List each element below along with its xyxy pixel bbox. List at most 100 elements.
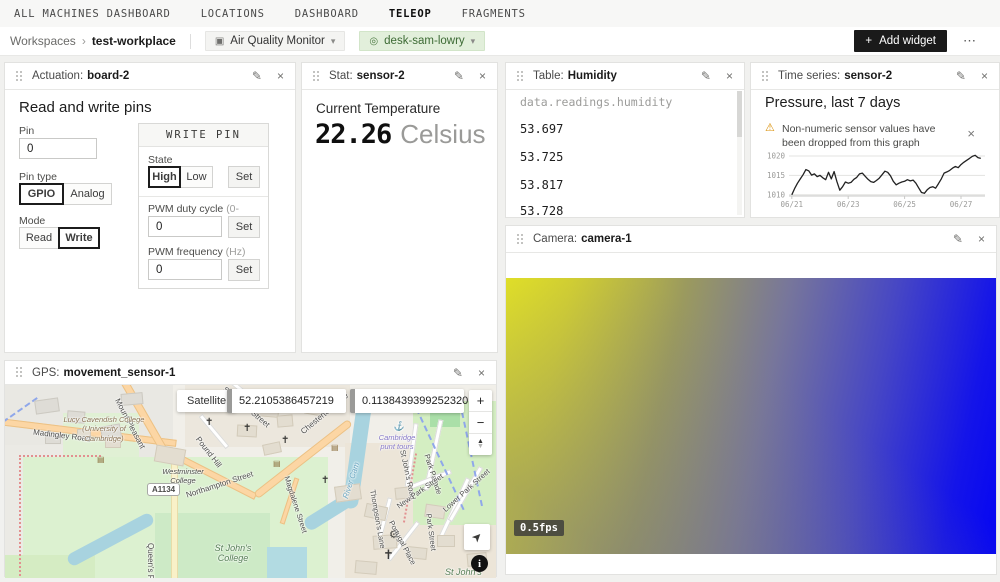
widget-title-name: Humidity [568,70,617,82]
breadcrumb-workspaces[interactable]: Workspaces [10,34,76,48]
camera-widget-header: Camera: camera-1 ✎ × [506,226,996,253]
toolbar: Workspaces › test-workplace ▣ Air Qualit… [0,27,1000,56]
state-low-button[interactable]: Low [180,166,213,188]
close-icon[interactable]: × [478,367,485,379]
map-canvas[interactable]: ✝ ✝ ✝ ✝ ✝ ▤ ▤ ▤ ⚙ ⚓ Madingley Road Mount… [5,385,496,578]
edit-pencil-icon[interactable]: ✎ [454,70,464,82]
widget-title-name: board-2 [87,70,129,82]
college-label: Westminster College [157,467,209,486]
nav-dashboard[interactable]: DASHBOARD [295,8,359,20]
table-widget: Table: Humidity ✎ × data.readings.humidi… [505,62,745,218]
state-set-button[interactable]: Set [228,166,260,188]
app-screen: ALL MACHINES DASHBOARD LOCATIONS DASHBOA… [0,0,1000,582]
svg-text:06/23: 06/23 [837,200,860,209]
drag-handle-icon[interactable] [313,71,320,82]
locate-button[interactable]: ➤ [464,524,490,550]
mode-read-button[interactable]: Read [19,227,59,249]
attribution-info-button[interactable]: i [471,555,488,572]
warning-icon: ⚠ [765,121,775,134]
church-icon: ✝ [383,547,394,563]
edit-pencil-icon[interactable]: ✎ [701,70,711,82]
drag-handle-icon[interactable] [517,71,524,82]
panel-divider [139,196,268,197]
table-row: 53.697 [520,122,563,136]
camera-feed-image: 0.5fps [506,278,996,554]
write-pin-panel: WRITE PIN State High Low Set PWM duty cy… [138,123,269,289]
widget-title: Stat: [329,70,353,82]
svg-text:1020: 1020 [767,152,786,161]
pwm-duty-input[interactable]: 0 [148,216,222,237]
drag-handle-icon[interactable] [762,71,769,82]
pwm-freq-set-button[interactable]: Set [228,259,260,281]
mode-write-button[interactable]: Write [58,227,100,249]
latitude-input[interactable]: 52.2105386457219 [227,389,346,413]
edit-pencil-icon[interactable]: ✎ [252,70,262,82]
pitch-toggle-button[interactable]: ▲ ▼ [469,434,492,455]
college-label: St John's College [203,543,263,563]
close-icon[interactable]: × [277,70,284,82]
museum-icon: ▤ [331,443,339,452]
chevron-down-icon: ▾ [471,36,476,47]
pwm-duty-set-button[interactable]: Set [228,216,260,238]
stat-label: Current Temperature [316,101,440,116]
add-widget-button[interactable]: + Add widget [854,30,947,52]
museum-icon: ▤ [273,459,281,468]
close-icon[interactable]: × [978,233,985,245]
more-menu-icon[interactable]: ⋯ [963,33,976,49]
camera-widget: Camera: camera-1 ✎ × 0.5fps [505,225,997,575]
chevron-down-icon: ▾ [331,36,336,47]
warning-dismiss-icon[interactable]: × [967,126,975,141]
longitude-input[interactable]: 0.11384393992523201 [350,389,464,413]
pwm-freq-label: PWM frequency (Hz) [148,246,245,258]
nav-all-machines-dashboard[interactable]: ALL MACHINES DASHBOARD [14,8,171,20]
drag-handle-icon[interactable] [16,71,23,82]
drag-handle-icon[interactable] [517,234,524,245]
stat-widget: Stat: sensor-2 ✎ × Current Temperature 2… [301,62,498,353]
chart-title: Pressure, last 7 days [765,95,900,111]
edit-pencil-icon[interactable]: ✎ [953,233,963,245]
nav-fragments[interactable]: FRAGMENTS [462,8,526,20]
pin-input[interactable]: 0 [19,138,97,159]
part-selector[interactable]: ◎ desk-sam-lowry ▾ [359,31,485,51]
widget-title: Time series: [778,70,840,82]
stat-unit: Celsius [400,119,485,150]
satellite-label: Satellite [187,395,226,407]
pin-label: Pin [19,125,34,137]
machine-selector[interactable]: ▣ Air Quality Monitor ▾ [205,31,346,51]
machine-selector-label: Air Quality Monitor [230,35,325,47]
part-selector-label: desk-sam-lowry [384,35,465,47]
scrollbar-thumb[interactable] [737,91,742,137]
table-row: 53.728 [520,204,563,218]
widget-title: Actuation: [32,70,83,82]
svg-text:1015: 1015 [767,171,785,180]
zoom-out-button[interactable]: − [469,412,492,434]
edit-pencil-icon[interactable]: ✎ [956,70,966,82]
pwm-freq-input[interactable]: 0 [148,259,222,280]
mode-label: Mode [19,215,45,227]
table-column-header: data.readings.humidity [520,95,672,109]
svg-text:06/21: 06/21 [781,200,804,209]
widget-title-name: camera-1 [581,233,632,245]
breadcrumb-separator-icon: › [82,34,86,48]
pin-type-gpio-button[interactable]: GPIO [19,183,64,205]
close-icon[interactable]: × [981,70,988,82]
timeseries-widget-header: Time series: sensor-2 ✎ × [751,63,999,90]
church-icon: ✝ [243,423,251,434]
add-widget-label: Add widget [879,35,936,47]
svg-text:06/25: 06/25 [893,200,916,209]
edit-pencil-icon[interactable]: ✎ [453,367,463,379]
widget-title: Camera: [533,233,577,245]
zoom-in-button[interactable]: + [469,390,492,412]
gps-widget-header: GPS: movement_sensor-1 ✎ × [5,361,496,385]
drag-handle-icon[interactable] [16,367,23,378]
nav-teleop[interactable]: TELEOP [389,8,432,20]
widget-title: Table: [533,70,564,82]
actuation-widget-header: Actuation: board-2 ✎ × [5,63,295,90]
poi-label: Cambridge punt tours [371,433,423,451]
stat-value: 22.26 [315,119,391,150]
pin-type-analog-button[interactable]: Analog [63,183,112,205]
state-high-button[interactable]: High [148,166,181,188]
close-icon[interactable]: × [479,70,486,82]
close-icon[interactable]: × [726,70,733,82]
nav-locations[interactable]: LOCATIONS [201,8,265,20]
